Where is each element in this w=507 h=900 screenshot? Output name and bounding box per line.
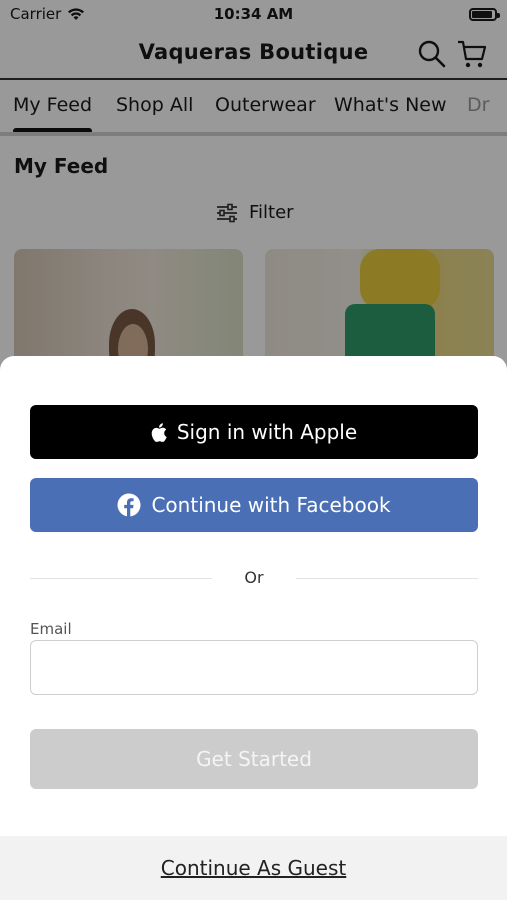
apple-button-label: Sign in with Apple [176,420,358,444]
get-started-label: Get Started [196,747,312,771]
continue-as-guest-link[interactable]: Continue As Guest [0,856,507,880]
continue-with-facebook-button[interactable]: Continue with Facebook [30,478,478,532]
sign-in-sheet: Sign in with Apple Continue with Faceboo… [0,356,507,900]
or-divider: Or [30,566,478,590]
apple-icon [151,422,167,442]
divider-line-right [296,578,478,579]
guest-bar: Continue As Guest [0,836,507,900]
facebook-icon [117,493,141,517]
get-started-button[interactable]: Get Started [30,729,478,789]
email-label: Email [30,620,72,638]
facebook-button-label: Continue with Facebook [151,493,391,517]
email-input[interactable] [30,640,478,695]
sign-in-with-apple-button[interactable]: Sign in with Apple [30,405,478,459]
